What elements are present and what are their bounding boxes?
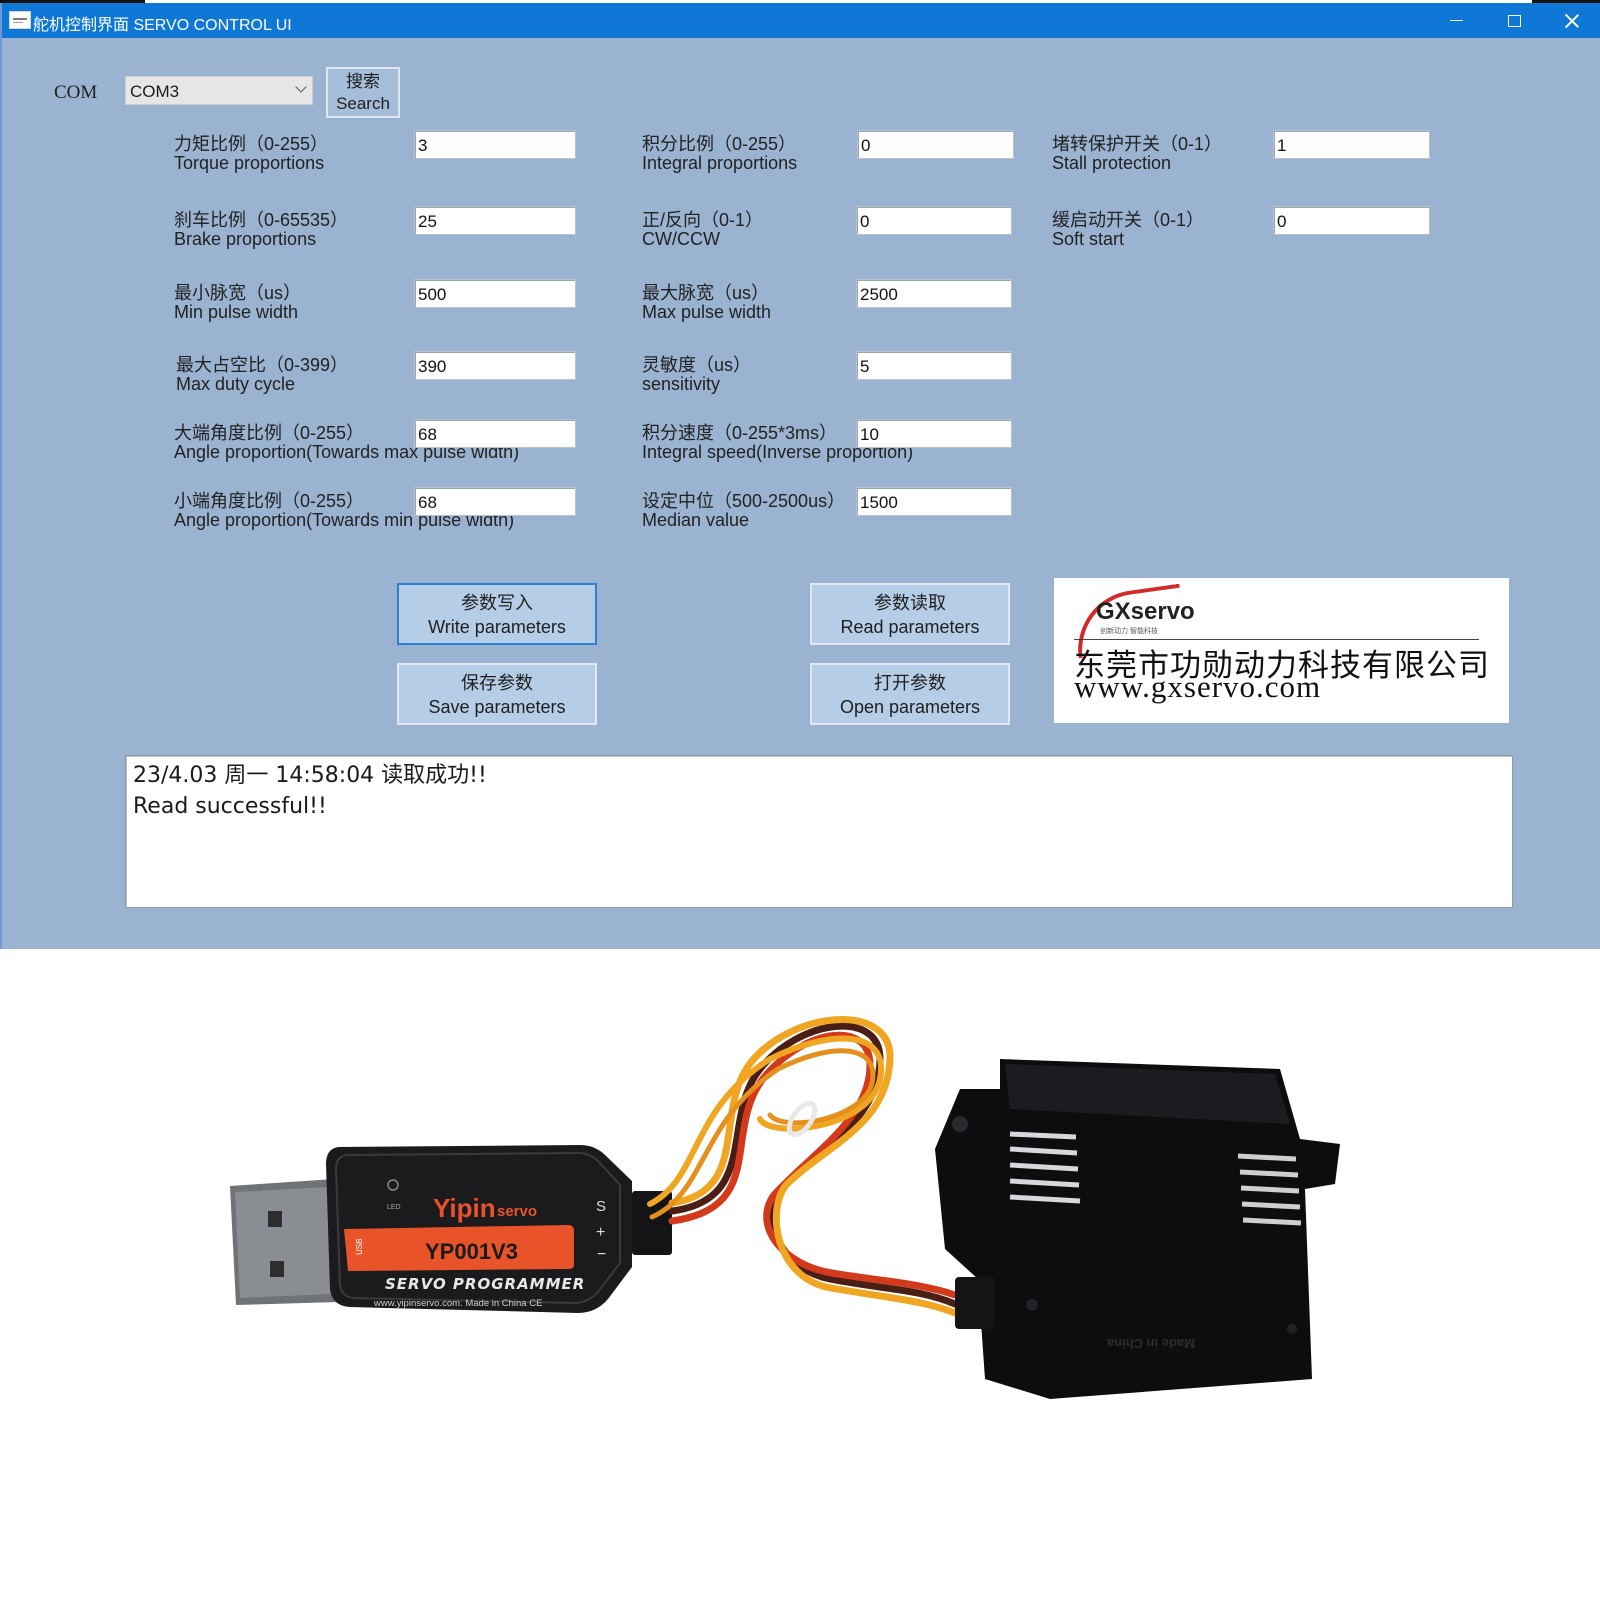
pin-plus-label: + — [596, 1224, 605, 1241]
programmer-footer: www.yipinservo.com. Made in China CE — [373, 1298, 542, 1309]
minimize-button[interactable] — [1427, 3, 1485, 38]
status-log-textarea[interactable]: 23/4.03 周一 14:58:04 读取成功!! Read successf… — [125, 755, 1513, 908]
direction-input[interactable] — [856, 206, 1012, 235]
product-illustration: LED Yipin servo YP001V3 USB SERVO PROGRA… — [230, 1016, 1340, 1399]
logo-tagline: 创新动力 智能科技 — [1100, 628, 1158, 635]
save-parameters-button[interactable]: 保存参数 Save parameters — [397, 663, 597, 725]
param-label-en: Integral proportions — [642, 153, 798, 173]
programmer-title: SERVO PROGRAMMER — [385, 1275, 585, 1293]
param-label-en: Soft start — [1052, 229, 1125, 249]
param-label-en: Min pulse width — [174, 302, 299, 322]
product-photo: LED Yipin servo YP001V3 USB SERVO PROGRA… — [0, 949, 1600, 1600]
servo-cable — [647, 1016, 959, 1317]
search-button-label-zh: 搜索 — [346, 72, 380, 91]
write-parameters-button[interactable]: 参数写入 Write parameters — [397, 583, 597, 645]
log-line: 23/4.03 周一 14:58:04 读取成功!! — [133, 763, 487, 788]
open-parameters-button[interactable]: 打开参数 Open parameters — [810, 663, 1010, 725]
search-button-label-en: Search — [336, 94, 390, 113]
maximize-icon — [1507, 14, 1521, 27]
brake-input[interactable] — [414, 206, 576, 235]
com-port-value: COM3 — [130, 82, 180, 101]
button-label-en: Open parameters — [839, 697, 981, 717]
torque-input[interactable] — [414, 130, 576, 159]
pin-minus-label: − — [597, 1246, 606, 1263]
param-label-en: sensitivity — [642, 374, 721, 394]
close-icon — [1565, 14, 1579, 28]
button-label-zh: 参数写入 — [461, 593, 533, 613]
app-icon — [9, 11, 31, 29]
button-label-en: Save parameters — [428, 697, 566, 717]
integral-input[interactable] — [857, 130, 1014, 159]
pin-s-label: S — [596, 1198, 606, 1215]
log-line: Read successful!! — [133, 794, 327, 819]
com-label: COM — [54, 82, 98, 103]
company-logo-panel: GXservo 创新动力 智能科技 东莞市功勋动力科技有限公司 www.gxse… — [1054, 578, 1509, 723]
usb-plug — [230, 1179, 338, 1305]
led-label: LED — [387, 1204, 401, 1211]
angle-max-input[interactable] — [414, 419, 576, 448]
sensitivity-input[interactable] — [856, 351, 1012, 380]
close-button[interactable] — [1543, 3, 1600, 38]
param-label-en: CW/CCW — [642, 229, 720, 249]
usb-label: USB — [355, 1239, 364, 1255]
max-duty-input[interactable] — [414, 351, 576, 380]
programmer-device: LED Yipin servo YP001V3 USB SERVO PROGRA… — [326, 1145, 672, 1313]
client-area: COM COM3 搜索 Search 力矩比例（0-255） Torque pr… — [2, 38, 1600, 949]
programmer-brand-sub: servo — [497, 1203, 537, 1220]
app-window: 舵机控制界面 SERVO CONTROL UI COM COM3 搜索 Sear… — [0, 3, 1600, 949]
logo-brand: GXservo — [1096, 598, 1195, 625]
maximize-button[interactable] — [1485, 3, 1543, 38]
param-label-en: Median value — [642, 510, 750, 530]
param-label-en: Stall protection — [1052, 153, 1172, 173]
median-input[interactable] — [856, 487, 1012, 516]
title-bar[interactable]: 舵机控制界面 SERVO CONTROL UI — [2, 3, 1600, 38]
servo-marking: Made in China — [1106, 1336, 1195, 1351]
param-label-en: Torque proportions — [174, 153, 325, 173]
param-label-en: Brake proportions — [174, 229, 317, 249]
read-parameters-button[interactable]: 参数读取 Read parameters — [810, 583, 1010, 645]
button-label-zh: 打开参数 — [874, 673, 946, 693]
programmer-brand: Yipin — [433, 1193, 496, 1223]
programmer-model: YP001V3 — [425, 1239, 518, 1264]
button-label-zh: 参数读取 — [874, 593, 946, 613]
soft-start-input[interactable] — [1273, 206, 1430, 235]
servo-motor: Made in China — [935, 1059, 1340, 1399]
com-port-select[interactable]: COM3 — [125, 76, 313, 105]
param-label-en: Max pulse width — [642, 302, 772, 322]
stall-input[interactable] — [1273, 130, 1430, 159]
button-label-zh: 保存参数 — [461, 673, 533, 693]
min-pulse-input[interactable] — [414, 279, 576, 308]
max-pulse-input[interactable] — [856, 279, 1012, 308]
minimize-icon — [1449, 20, 1463, 21]
search-button[interactable]: 搜索 Search — [326, 67, 400, 118]
button-label-en: Read parameters — [840, 617, 980, 637]
logo-url: www.gxservo.com — [1074, 669, 1322, 704]
button-label-en: Write parameters — [428, 617, 566, 637]
chevron-down-icon — [295, 81, 307, 93]
integral-speed-input[interactable] — [856, 419, 1012, 448]
window-title: 舵机控制界面 SERVO CONTROL UI — [33, 17, 292, 34]
angle-min-input[interactable] — [414, 487, 576, 516]
param-label-en: Max duty cycle — [176, 374, 296, 394]
